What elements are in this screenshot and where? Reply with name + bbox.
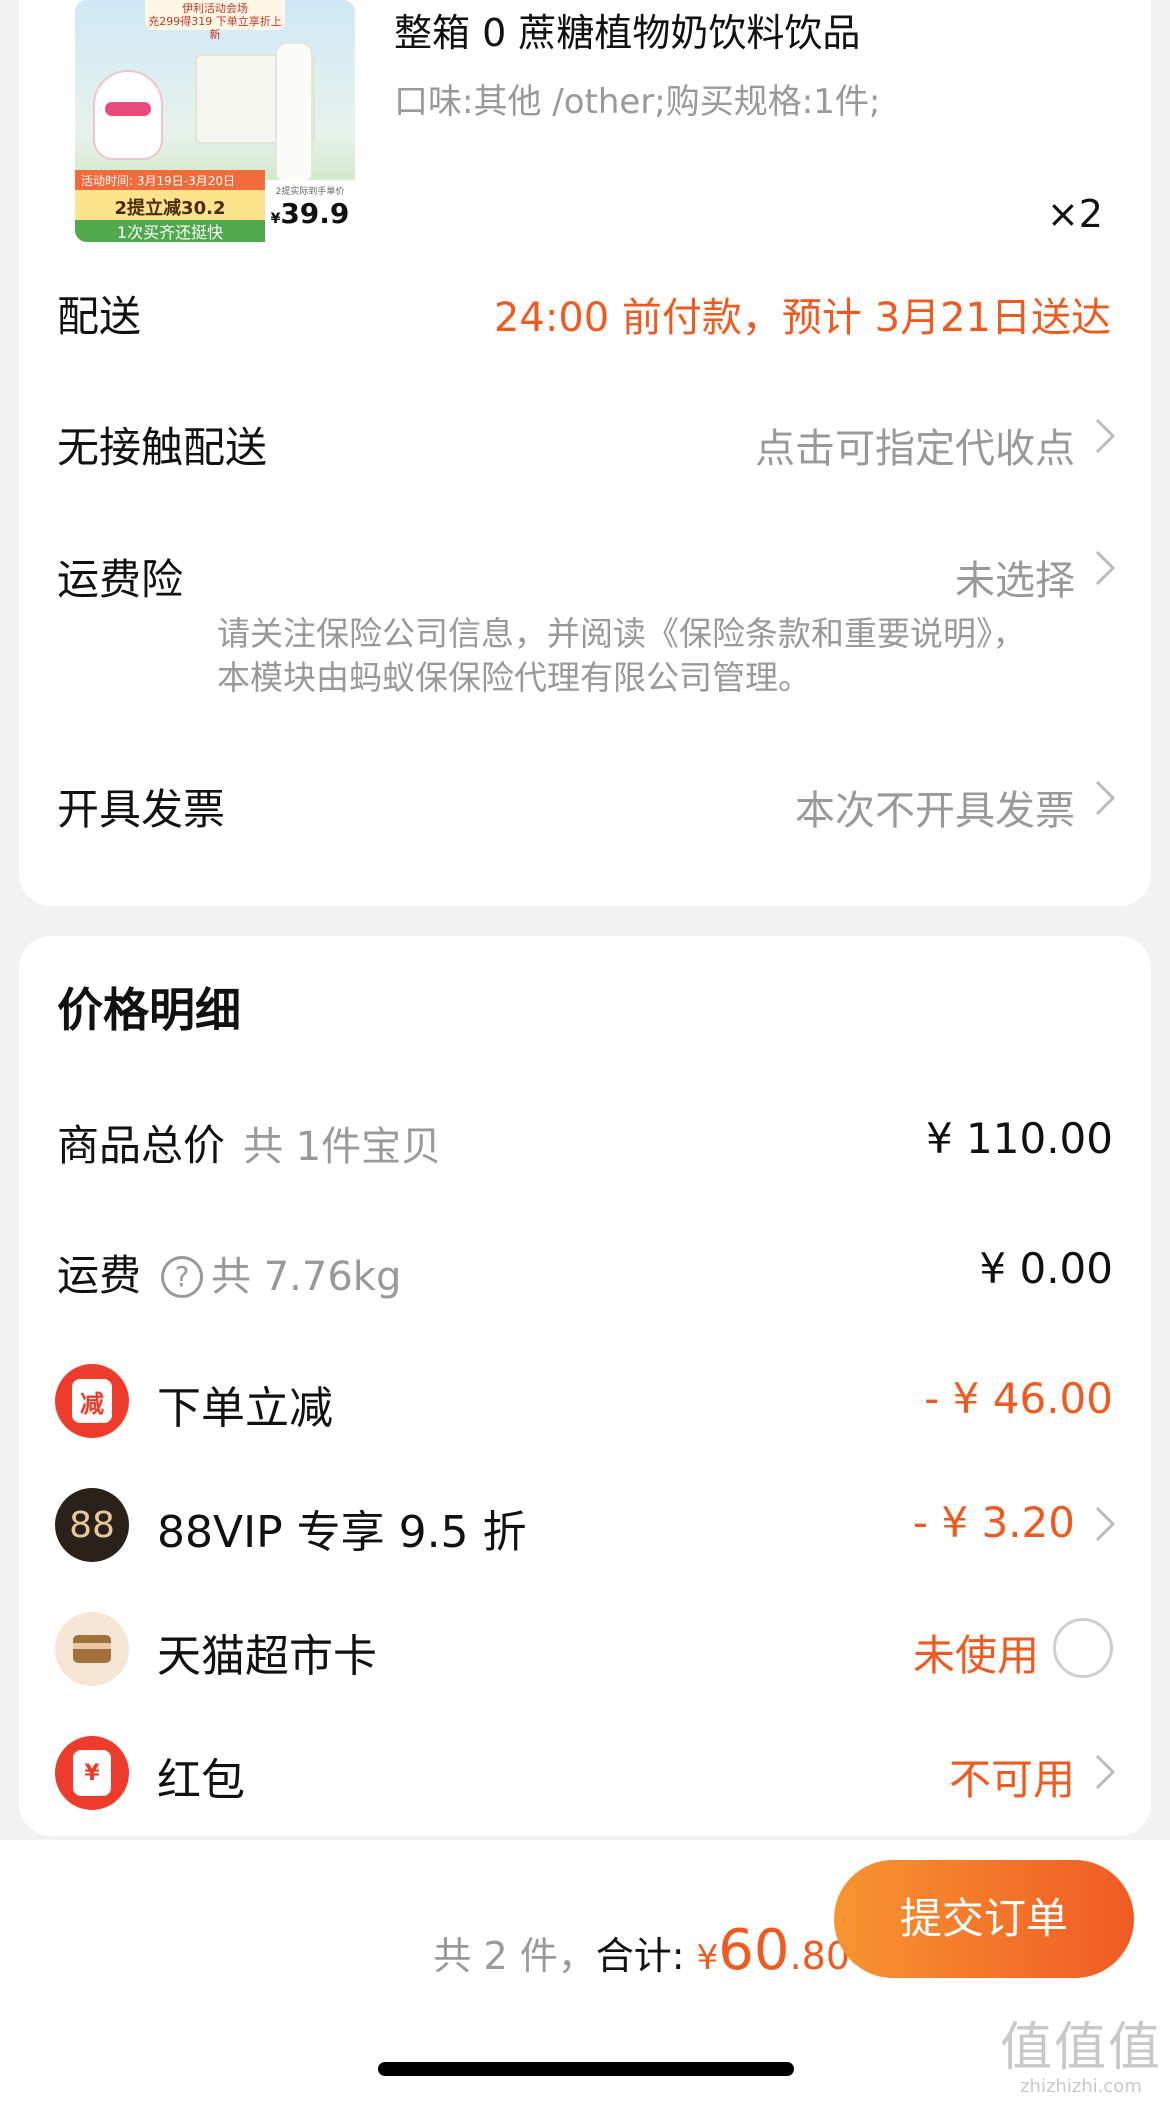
total-integer: 60	[718, 1918, 790, 1983]
delivery-label: 配送	[57, 292, 142, 341]
goods-total-row: 商品总价共 1件宝贝 ¥ 110.00	[19, 1112, 1151, 1182]
vip-88-icon: 88	[55, 1488, 129, 1562]
promo-sub: 1次买齐还挺快	[75, 220, 265, 242]
goods-total-amount: ¥ 110.00	[925, 1114, 1113, 1163]
thumbnail-banner: 伊利活动会场 充299得319 下单立享折上新	[145, 0, 285, 41]
price-detail-title: 价格明细	[57, 983, 241, 1037]
freight-row: 运费? 共 7.76kg ¥ 0.00	[19, 1242, 1151, 1312]
site-watermark: 值值值 zhizhizhi.com	[1000, 2020, 1162, 2097]
vip-discount-row[interactable]: 88 88VIP 专享 9.5 折 - ¥ 3.20	[19, 1488, 1151, 1568]
chevron-right-icon	[1093, 1502, 1117, 1542]
goods-total-label: 商品总价共 1件宝贝	[57, 1112, 441, 1173]
tmall-card-status: 未使用	[912, 1631, 1039, 1680]
mascot-image	[93, 70, 163, 160]
price-detail-card: 价格明细 商品总价共 1件宝贝 ¥ 110.00 运费? 共 7.76kg ¥ 0…	[19, 936, 1151, 1836]
instant-discount-amount: - ¥ 46.00	[924, 1374, 1113, 1423]
product-bottle-image	[275, 42, 313, 182]
checkout-bar: 共 2 件，合计: ¥60.80 提交订单 值值值 zhizhizhi.com	[0, 1840, 1170, 2103]
red-packet-row[interactable]: ¥ 红包 不可用	[19, 1736, 1151, 1816]
tmall-card-label: 天猫超市卡	[157, 1631, 377, 1682]
thumbnail-banner-line1: 伊利活动会场	[182, 2, 248, 15]
submit-order-button[interactable]: 提交订单	[834, 1860, 1134, 1978]
red-packet-status: 不可用	[948, 1755, 1075, 1804]
order-info-card: 伊利活动会场 充299得319 下单立享折上新 活动时间: 3月19日-3月20…	[19, 0, 1151, 906]
discount-icon-glyph: 减	[72, 1379, 112, 1423]
shipping-insurance-value: 未选择	[955, 558, 1075, 604]
contactless-delivery-row[interactable]: 无接触配送 点击可指定代收点	[19, 408, 1151, 488]
red-packet-label: 红包	[157, 1755, 245, 1806]
card-icon	[55, 1612, 129, 1686]
vip-discount-label: 88VIP 专享 9.5 折	[157, 1507, 527, 1558]
price-tag-currency: ¥	[270, 211, 281, 227]
thumbnail-banner-line2: 充299得319 下单立享折上新	[148, 15, 282, 41]
invoice-value: 本次不开具发票	[795, 788, 1075, 834]
delivery-estimate: 24:00 前付款，预计 3月21日送达	[493, 295, 1111, 341]
chevron-right-icon	[1093, 776, 1117, 816]
vip-discount-amount: - ¥ 3.20	[912, 1498, 1075, 1547]
red-packet-icon: ¥	[55, 1736, 129, 1810]
goods-total-count: 共 1件宝贝	[243, 1124, 442, 1170]
tmall-card-row[interactable]: 天猫超市卡 未使用	[19, 1612, 1151, 1692]
total-label: 合计:	[595, 1934, 685, 1978]
discount-icon: 减	[55, 1364, 129, 1438]
total-currency: ¥	[696, 1938, 719, 1978]
product-thumbnail[interactable]: 伊利活动会场 充299得319 下单立享折上新 活动时间: 3月19日-3月20…	[75, 0, 355, 242]
product-title[interactable]: 整箱 0 蔗糖植物奶饮料饮品	[394, 8, 1134, 58]
price-tag-note: 2提实际到手单价	[275, 187, 345, 197]
home-indicator[interactable]	[378, 2062, 794, 2076]
freight-amount: ¥ 0.00	[979, 1244, 1113, 1293]
item-count: 共 2 件，	[433, 1934, 596, 1978]
invoice-label: 开具发票	[57, 785, 226, 834]
thumbnail-promo: 活动时间: 3月19日-3月20日 2提立减30.2 1次买齐还挺快	[75, 170, 265, 242]
product-sku[interactable]: 口味:其他 /other;购买规格:1件;	[394, 74, 1134, 123]
red-packet-icon-glyph: ¥	[73, 1750, 111, 1796]
contactless-value: 点击可指定代收点	[755, 426, 1075, 472]
product-item[interactable]: 伊利活动会场 充299得319 下单立享折上新 活动时间: 3月19日-3月20…	[19, 0, 1151, 246]
thumbnail-price-tag: 2提实际到手单价 ¥39.9	[265, 180, 355, 242]
help-icon[interactable]: ?	[161, 1256, 204, 1298]
invoice-row[interactable]: 开具发票 本次不开具发票	[19, 770, 1151, 850]
shipping-insurance-row[interactable]: 运费险 未选择 请关注保险公司信息，并阅读《保险条款和重要说明》，本模块由蚂蚁保…	[19, 540, 1151, 740]
chevron-right-icon	[1093, 414, 1117, 454]
chevron-right-icon	[1093, 1750, 1117, 1790]
goods-total-label-text: 商品总价	[57, 1121, 226, 1170]
tmall-card-radio[interactable]	[1053, 1618, 1113, 1678]
watermark-url: zhizhizhi.com	[1020, 2076, 1142, 2097]
shipping-insurance-label: 运费险	[57, 555, 184, 604]
freight-label-text: 运费	[57, 1251, 142, 1300]
price-tag-number: 39.9	[280, 197, 350, 230]
product-quantity: ×2	[1046, 192, 1103, 236]
promo-offer: 2提立减30.2	[114, 198, 226, 219]
freight-label: 运费? 共 7.76kg	[57, 1242, 401, 1303]
insurance-note: 请关注保险公司信息，并阅读《保险条款和重要说明》，本模块由蚂蚁保保险代理有限公司…	[217, 614, 1026, 697]
freight-weight: 共 7.76kg	[211, 1254, 402, 1300]
contactless-label: 无接触配送	[57, 423, 268, 472]
promo-date: 活动时间: 3月19日-3月20日	[75, 172, 265, 190]
instant-discount-label: 下单立减	[157, 1383, 333, 1434]
delivery-row: 配送 24:00 前付款，预计 3月21日送达	[19, 275, 1151, 355]
price-tag-value: ¥39.9	[265, 197, 355, 230]
order-total: 共 2 件，合计: ¥60.80	[433, 1918, 850, 1983]
instant-discount-row: 减 下单立减 - ¥ 46.00	[19, 1364, 1151, 1444]
chevron-right-icon	[1093, 546, 1117, 586]
watermark-logo: 值值值	[999, 2018, 1162, 2078]
